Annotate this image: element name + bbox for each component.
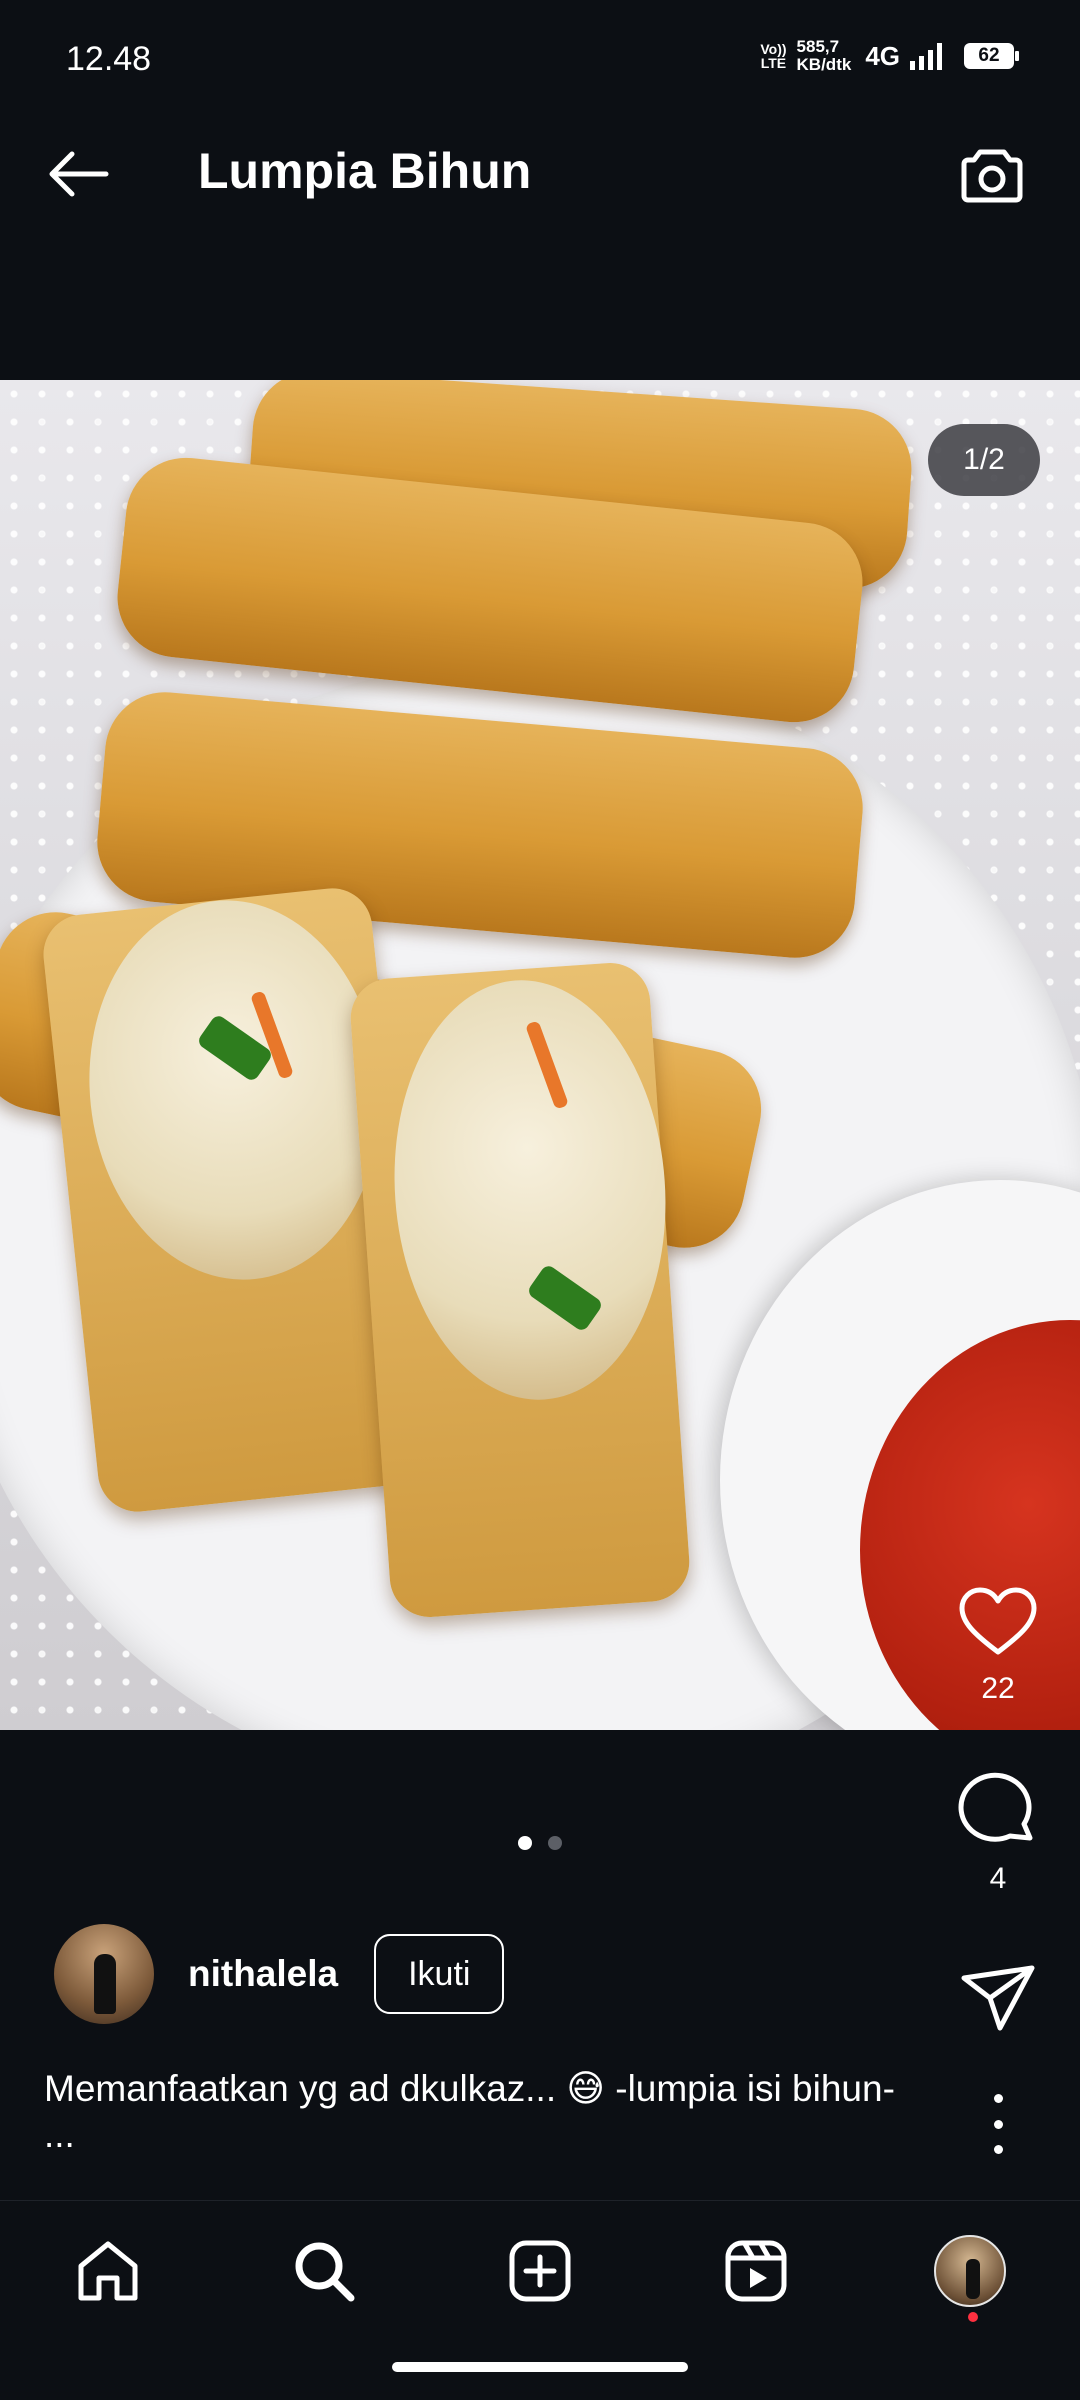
author-avatar[interactable] [54, 1924, 154, 2024]
volte-indicator: Vo)) LTE [760, 42, 786, 70]
battery-icon: 62 [964, 43, 1019, 69]
create-icon [509, 2240, 571, 2302]
page-title: Lumpia Bihun [198, 143, 532, 199]
signal-icon [910, 42, 942, 70]
camera-icon [961, 149, 1023, 203]
status-time: 12.48 [66, 40, 152, 78]
more-dot [993, 2119, 1003, 2129]
carousel-dot [548, 1836, 562, 1850]
back-button[interactable] [40, 136, 116, 212]
follow-button[interactable]: Ikuti [374, 1934, 505, 2014]
carousel-dots [0, 1836, 1080, 1850]
author-username[interactable]: nithalela [188, 1953, 338, 1995]
network-type: 4G [865, 40, 900, 71]
more-options-button[interactable] [978, 2094, 1018, 2154]
reels-icon [725, 2240, 787, 2302]
volte-label: Vo)) [760, 41, 787, 57]
network-speed: 585,7 KB/dtk [797, 38, 852, 74]
nav-home[interactable] [68, 2231, 148, 2311]
home-icon [78, 2241, 138, 2301]
header: Lumpia Bihun [0, 92, 1080, 380]
post-image[interactable]: 1/2 [0, 380, 1080, 1730]
like-count: 22 [981, 1672, 1015, 1705]
battery-level: 62 [978, 45, 1000, 66]
nav-profile[interactable] [930, 2231, 1010, 2311]
home-indicator[interactable] [392, 2362, 688, 2372]
heart-icon [959, 1587, 1037, 1655]
status-bar: 12.48 Vo)) LTE 585,7 KB/dtk 4G 62 [0, 0, 1080, 92]
post-caption[interactable]: Memanfaatkan yg ad dkulkaz... 😅 -lumpia … [44, 2066, 904, 2158]
status-indicators: Vo)) LTE 585,7 KB/dtk 4G 62 [760, 38, 1019, 74]
network-speed-value: 585,7 [796, 37, 840, 56]
more-dot [993, 2094, 1003, 2103]
nav-create[interactable] [500, 2231, 580, 2311]
lte-label: LTE [760, 55, 787, 71]
carousel-dot-active [518, 1836, 532, 1850]
comment-count: 4 [989, 1862, 1007, 1895]
like-action[interactable]: 22 [948, 1586, 1048, 1706]
page-counter: 1/2 [928, 424, 1040, 496]
profile-avatar [934, 2235, 1006, 2307]
notification-dot [968, 2312, 978, 2322]
search-icon [295, 2242, 355, 2302]
nav-reels[interactable] [716, 2231, 796, 2311]
comment-action[interactable]: 4 [948, 1772, 1048, 1896]
more-dot [993, 2145, 1003, 2154]
arrow-left-icon [49, 151, 109, 197]
camera-button[interactable] [954, 136, 1030, 212]
network-speed-unit: KB/dtk [796, 55, 852, 74]
share-action[interactable] [948, 1964, 1048, 2032]
nav-search[interactable] [284, 2231, 364, 2311]
author-row: nithalela Ikuti [54, 1924, 505, 2024]
share-icon [961, 1965, 1035, 2031]
